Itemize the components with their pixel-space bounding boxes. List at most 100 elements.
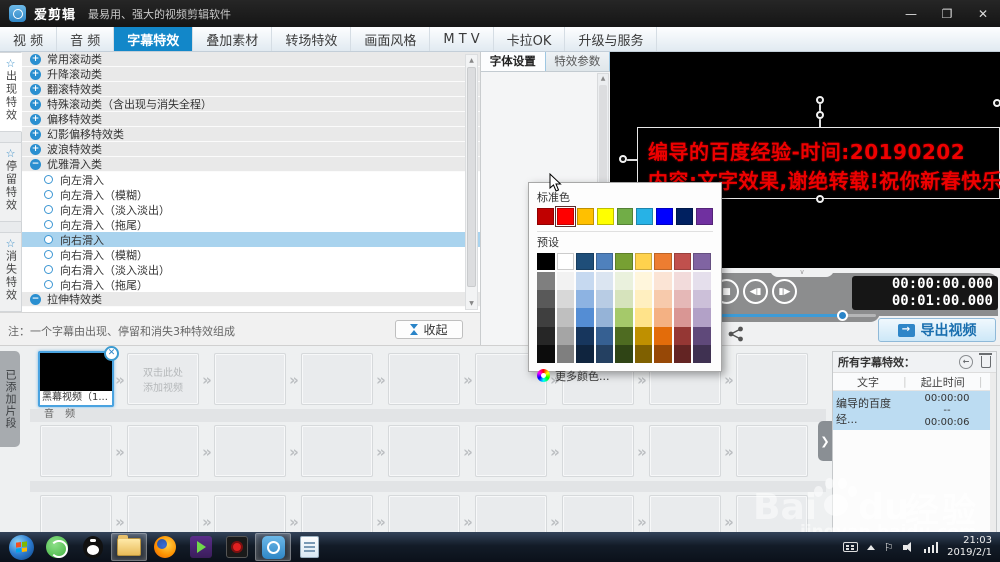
preset-swatch[interactable] <box>654 308 672 327</box>
audio-track-slot-5[interactable] <box>388 425 460 477</box>
audio-track-slot-6[interactable] <box>475 425 547 477</box>
preset-swatch[interactable] <box>673 326 691 345</box>
preset-swatch[interactable] <box>673 253 691 270</box>
tab-font-settings[interactable]: 字体设置 <box>481 52 546 71</box>
collapse-icon[interactable]: − <box>30 293 41 305</box>
video-track-slot-2[interactable]: 双击此处 添加视频 <box>127 353 199 405</box>
standard-color-swatch-7[interactable] <box>656 208 674 225</box>
menu-tab-5[interactable]: 转场特效 <box>272 27 352 51</box>
preset-swatch[interactable] <box>615 272 633 291</box>
taskbar-explorer[interactable] <box>111 533 147 561</box>
preset-swatch[interactable] <box>673 344 691 363</box>
restore-button[interactable]: ❐ <box>936 7 958 21</box>
effect-category-2[interactable]: + 升降滚动类 <box>22 67 480 82</box>
clip-close-icon[interactable]: ✕ <box>104 346 119 361</box>
preset-swatch[interactable] <box>693 326 711 345</box>
effect-item-13[interactable]: 向右滑入 <box>22 232 480 247</box>
prev-frame-button[interactable]: ◀▮ <box>743 279 768 304</box>
menu-tab-3[interactable]: 字幕特效 <box>114 27 194 51</box>
effect-category-6[interactable]: + 幻影偏移特效类 <box>22 127 480 142</box>
subtitle-line1[interactable]: 编导的百度经验-时间:20190202 <box>648 136 965 165</box>
preset-swatch[interactable] <box>693 290 711 309</box>
panel-collapse-notch[interactable]: ∨ <box>770 268 834 277</box>
preset-swatch[interactable] <box>673 308 691 327</box>
preset-swatch[interactable] <box>556 272 574 291</box>
menu-tab-6[interactable]: 画面风格 <box>351 27 431 51</box>
preset-swatch[interactable] <box>615 253 633 270</box>
preset-swatch[interactable] <box>576 344 594 363</box>
preset-swatch[interactable] <box>654 272 672 291</box>
menu-tab-7[interactable]: M T V <box>430 27 494 51</box>
minimize-button[interactable]: — <box>900 7 922 21</box>
seek-handle[interactable] <box>837 310 848 321</box>
video-track-slot-4[interactable] <box>301 353 373 405</box>
preset-swatch[interactable] <box>654 290 672 309</box>
expand-icon[interactable]: + <box>30 128 41 140</box>
timeline-clip-black-video[interactable]: 黑幕视频（1... ✕ <box>38 346 119 407</box>
share-icon[interactable] <box>728 326 744 342</box>
preset-swatch[interactable] <box>576 272 594 291</box>
preset-swatch[interactable] <box>556 290 574 309</box>
audio-track-slot-1[interactable] <box>40 425 112 477</box>
standard-color-swatch-2[interactable] <box>554 206 576 227</box>
preset-swatch[interactable] <box>634 272 652 291</box>
scroll-down-icon[interactable]: ▼ <box>466 298 477 309</box>
preset-swatch[interactable] <box>673 272 691 291</box>
taskbar-media-player[interactable] <box>183 533 219 561</box>
audio-track-slot-4[interactable] <box>301 425 373 477</box>
expand-icon[interactable]: + <box>30 83 41 95</box>
preset-swatch[interactable] <box>615 308 633 327</box>
effect-item-16[interactable]: 向右滑入（拖尾） <box>22 277 480 292</box>
standard-color-swatch-6[interactable] <box>636 208 654 225</box>
preset-swatch[interactable] <box>615 290 633 309</box>
expand-icon[interactable]: + <box>30 68 41 80</box>
preset-swatch[interactable] <box>634 344 652 363</box>
menu-tab-9[interactable]: 升级与服务 <box>565 27 658 51</box>
preset-swatch[interactable] <box>537 308 555 327</box>
effect-category-5[interactable]: + 偏移特效类 <box>22 112 480 127</box>
menu-tab-2[interactable]: 音 频 <box>57 27 115 51</box>
expand-icon[interactable]: + <box>30 113 41 125</box>
preset-swatch[interactable] <box>595 253 613 270</box>
standard-color-swatch-3[interactable] <box>576 208 594 225</box>
preset-swatch[interactable] <box>634 326 652 345</box>
effect-category-7[interactable]: + 波浪特效类 <box>22 142 480 157</box>
rotate-handle[interactable] <box>816 96 824 104</box>
scroll-up-icon[interactable]: ▲ <box>466 55 477 66</box>
taskbar-qq[interactable] <box>75 533 111 561</box>
effect-category-17[interactable]: − 拉伸特效类 <box>22 292 480 307</box>
menu-tab-4[interactable]: 叠加素材 <box>193 27 273 51</box>
preset-swatch[interactable] <box>634 290 652 309</box>
preset-swatch[interactable] <box>693 344 711 363</box>
menu-tab-8[interactable]: 卡拉OK <box>494 27 566 51</box>
preset-swatch[interactable] <box>693 272 711 291</box>
preset-swatch[interactable] <box>556 326 574 345</box>
preset-swatch[interactable] <box>693 253 711 270</box>
preset-swatch[interactable] <box>654 344 672 363</box>
effect-item-14[interactable]: 向右滑入（模糊） <box>22 247 480 262</box>
preset-swatch[interactable] <box>595 272 613 291</box>
audio-track-slot-3[interactable] <box>214 425 286 477</box>
left-handle[interactable] <box>619 155 627 163</box>
preset-swatch[interactable] <box>634 308 652 327</box>
effect-item-9[interactable]: 向左滑入 <box>22 172 480 187</box>
preset-swatch[interactable] <box>576 290 594 309</box>
effects-scrollbar[interactable]: ▲ ▼ <box>465 54 478 310</box>
input-method-icon[interactable] <box>842 542 858 552</box>
standard-color-swatch-5[interactable] <box>616 208 634 225</box>
preset-swatch[interactable] <box>537 344 555 363</box>
bottom-handle[interactable] <box>816 195 824 203</box>
preset-swatch[interactable] <box>595 308 613 327</box>
preset-swatch[interactable] <box>556 344 574 363</box>
preset-swatch[interactable] <box>576 308 594 327</box>
more-colors-button[interactable]: 更多颜色... <box>537 368 713 384</box>
standard-color-swatch-4[interactable] <box>596 208 614 225</box>
expand-icon[interactable]: + <box>30 98 41 110</box>
preset-swatch[interactable] <box>556 308 574 327</box>
stage-tab-2[interactable]: ☆ 停留特效 <box>0 142 22 222</box>
taskbar-aijianji[interactable] <box>255 533 291 561</box>
preset-swatch[interactable] <box>634 253 652 270</box>
close-button[interactable]: ✕ <box>972 7 994 21</box>
subtitle-row[interactable]: 编导的百度经... 00:00:00 -- 00:00:06 <box>833 391 996 430</box>
expand-icon[interactable]: + <box>30 53 41 65</box>
